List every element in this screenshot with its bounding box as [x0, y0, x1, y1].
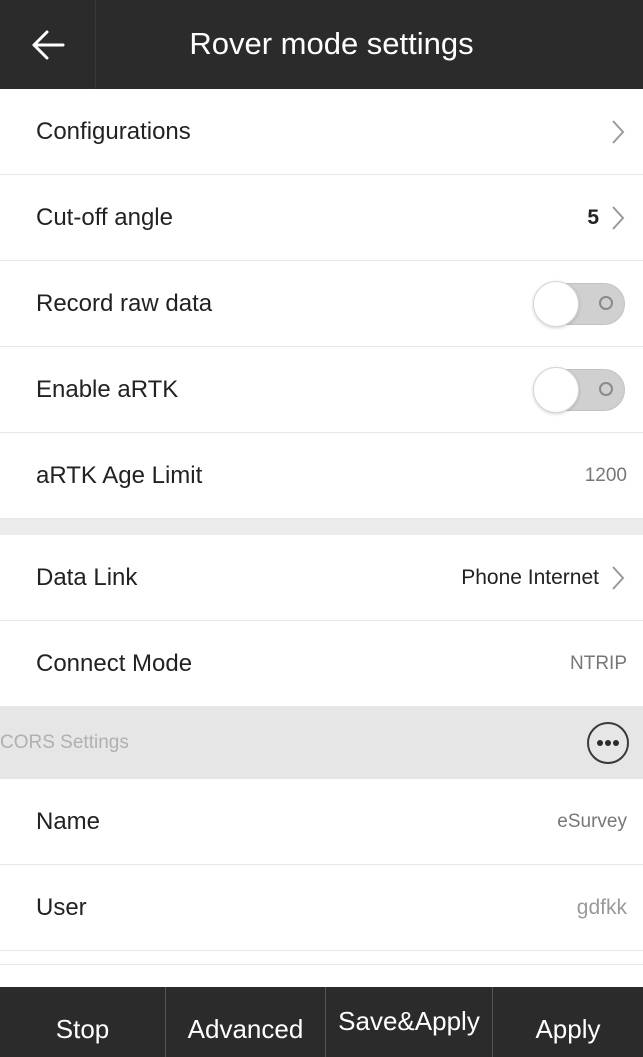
- cors-name-label: Name: [36, 807, 101, 835]
- section-divider: [0, 519, 643, 535]
- list-continuation: [0, 951, 643, 965]
- record-raw-data-row: Record raw data: [0, 261, 643, 347]
- artk-age-limit-row[interactable]: aRTK Age Limit 1200: [0, 433, 643, 519]
- cors-settings-title: CORS Settings: [0, 732, 129, 753]
- toggle-off-indicator-icon: [599, 381, 613, 396]
- cors-settings-header: CORS Settings: [0, 707, 643, 779]
- artk-age-limit-value: 1200: [584, 464, 627, 486]
- data-link-value: Phone Internet: [461, 565, 599, 589]
- cors-name-value: eSurvey: [557, 810, 627, 832]
- enable-artk-toggle[interactable]: [533, 366, 627, 413]
- configurations-label: Configurations: [36, 117, 191, 145]
- apply-button[interactable]: Apply: [493, 987, 643, 1057]
- cutoff-angle-value: 5: [587, 205, 599, 229]
- cors-user-label: User: [36, 893, 87, 921]
- cutoff-angle-row[interactable]: Cut-off angle 5: [0, 175, 643, 261]
- enable-artk-label: Enable aRTK: [36, 375, 179, 403]
- cutoff-angle-label: Cut-off angle: [36, 203, 173, 231]
- connect-mode-label: Connect Mode: [36, 649, 193, 677]
- save-apply-button[interactable]: Save&Apply: [326, 987, 493, 1057]
- connect-mode-value: NTRIP: [570, 652, 627, 674]
- record-raw-data-label: Record raw data: [36, 289, 213, 317]
- cors-user-value: gdfkk: [576, 895, 627, 919]
- configurations-row[interactable]: Configurations: [0, 89, 643, 175]
- header-bar: Rover mode settings: [0, 0, 643, 89]
- record-raw-data-toggle[interactable]: [533, 280, 627, 327]
- artk-age-limit-label: aRTK Age Limit: [36, 461, 203, 489]
- chevron-right-icon: [609, 563, 627, 593]
- chevron-right-icon: [609, 117, 627, 147]
- settings-list: Configurations Cut-off angle 5 Record ra…: [0, 89, 643, 965]
- chevron-right-icon: [609, 203, 627, 233]
- cors-user-row[interactable]: User gdfkk: [0, 865, 643, 951]
- rover-mode-settings-screen: Rover mode settings Configurations Cut-o…: [0, 0, 643, 1057]
- toggle-knob: [533, 366, 579, 413]
- stop-button[interactable]: Stop: [0, 987, 166, 1057]
- more-horizontal-icon: [597, 740, 619, 746]
- toggle-off-indicator-icon: [599, 295, 613, 310]
- data-link-label: Data Link: [36, 563, 138, 591]
- more-options-button[interactable]: [587, 722, 629, 764]
- cors-name-row[interactable]: Name eSurvey: [0, 779, 643, 865]
- connect-mode-row[interactable]: Connect Mode NTRIP: [0, 621, 643, 707]
- enable-artk-row: Enable aRTK: [0, 347, 643, 433]
- page-title: Rover mode settings: [189, 26, 474, 61]
- bottom-action-bar: Stop Advanced Save&Apply Apply: [0, 987, 643, 1057]
- advanced-button[interactable]: Advanced: [166, 987, 326, 1057]
- toggle-knob: [533, 280, 579, 327]
- data-link-row[interactable]: Data Link Phone Internet: [0, 535, 643, 621]
